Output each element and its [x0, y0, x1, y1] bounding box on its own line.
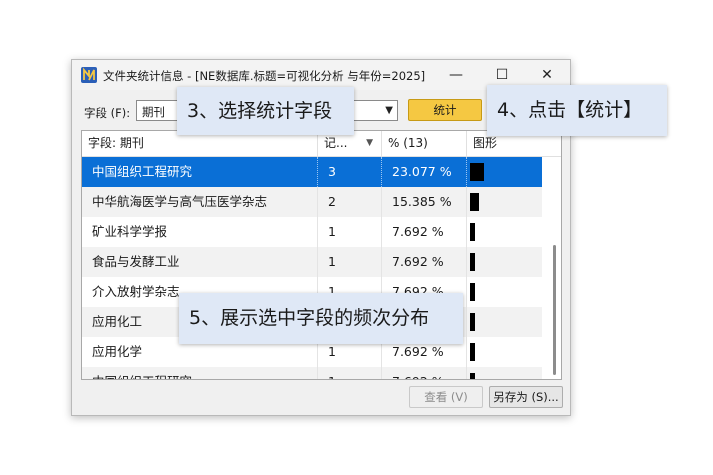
- cell-field: 中国组织工程研究: [82, 367, 318, 379]
- app-icon: [81, 67, 97, 83]
- field-label: 字段 (F):: [84, 106, 131, 120]
- table-row[interactable]: 中国组织工程研究17.692 %: [82, 367, 542, 379]
- sort-desc-icon: ▼: [366, 138, 373, 148]
- header-percent[interactable]: % (13): [382, 131, 467, 156]
- cell-percent: 23.077 %: [382, 157, 467, 187]
- cell-field: 中国组织工程研究: [82, 157, 318, 187]
- callout-step5: 5、展示选中字段的频次分布: [179, 293, 463, 344]
- cell-percent: 7.692 %: [382, 247, 467, 277]
- cell-field: 矿业科学学报: [82, 217, 318, 247]
- cell-percent: 15.385 %: [382, 187, 467, 217]
- frequency-bar: [470, 313, 475, 331]
- cell-percent: 7.692 %: [382, 217, 467, 247]
- list-rows: 中国组织工程研究 3 23.077 % 中华航海医学与高气压医学杂志 2 15.385 %…: [82, 157, 561, 379]
- close-icon: ✕: [541, 67, 553, 83]
- frequency-bar: [470, 283, 475, 301]
- maximize-icon: ☐: [495, 67, 509, 83]
- window-title: 文件夹统计信息 - [NE数据库.标题=可视化分析 与年份=2025]: [103, 69, 426, 83]
- table-row[interactable]: 中华航海医学与高气压医学杂志 2 15.385 %: [82, 187, 542, 217]
- cell-field: 食品与发酵工业: [82, 247, 318, 277]
- field-select-value: 期刊: [142, 105, 165, 119]
- frequency-bar: [470, 343, 475, 361]
- table-row[interactable]: 中国组织工程研究 3 23.077 %: [82, 157, 542, 187]
- minimize-icon: —: [449, 67, 463, 83]
- frequency-bar: [470, 223, 475, 241]
- frequency-bar: [470, 373, 475, 379]
- table-row[interactable]: 食品与发酵工业 1 7.692 %: [82, 247, 542, 277]
- cell-count: 1: [318, 217, 382, 247]
- cell-percent: 7.692 %: [382, 367, 467, 379]
- cell-count: 2: [318, 187, 382, 217]
- cell-count: 1: [318, 247, 382, 277]
- frequency-bar: [470, 193, 479, 211]
- view-button[interactable]: 查看 (V): [409, 386, 483, 408]
- cell-field: 中华航海医学与高气压医学杂志: [82, 187, 318, 217]
- cell-count: 3: [318, 157, 382, 187]
- frequency-bar: [470, 253, 475, 271]
- stat-button[interactable]: 统计: [408, 99, 482, 121]
- minimize-button[interactable]: —: [433, 60, 479, 90]
- chevron-down-icon: ▼: [385, 105, 393, 116]
- table-row[interactable]: 矿业科学学报 1 7.692 %: [82, 217, 542, 247]
- save-as-button[interactable]: 另存为 (S)...: [489, 386, 563, 408]
- frequency-bar: [470, 163, 484, 181]
- callout-step3: 3、选择统计字段: [177, 87, 354, 135]
- scroll-thumb[interactable]: [553, 245, 556, 375]
- header-count-label: 记...: [324, 136, 348, 150]
- callout-step4: 4、点击【统计】: [487, 85, 667, 136]
- cell-count: 1: [318, 367, 382, 379]
- vertical-scrollbar[interactable]: [548, 157, 561, 379]
